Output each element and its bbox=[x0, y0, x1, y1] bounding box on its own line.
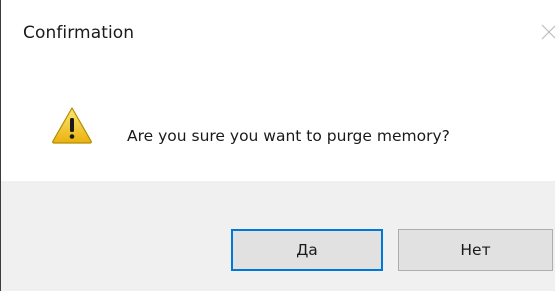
confirmation-message: Are you sure you want to purge memory? bbox=[127, 127, 450, 145]
no-button[interactable]: Нет bbox=[398, 229, 553, 271]
yes-button[interactable]: Да bbox=[231, 229, 383, 271]
dialog-content: Are you sure you want to purge memory? bbox=[1, 70, 555, 181]
yes-button-label: Да bbox=[296, 241, 318, 259]
title-bar[interactable]: Confirmation bbox=[1, 0, 555, 70]
no-button-label: Нет bbox=[460, 241, 491, 259]
confirmation-dialog: Confirmation Are you sure you want to pu… bbox=[0, 0, 555, 291]
close-icon bbox=[541, 24, 555, 40]
button-bar: Да Нет bbox=[1, 181, 555, 291]
dialog-title: Confirmation bbox=[23, 23, 135, 43]
warning-icon bbox=[52, 107, 92, 144]
close-button[interactable] bbox=[539, 22, 555, 42]
